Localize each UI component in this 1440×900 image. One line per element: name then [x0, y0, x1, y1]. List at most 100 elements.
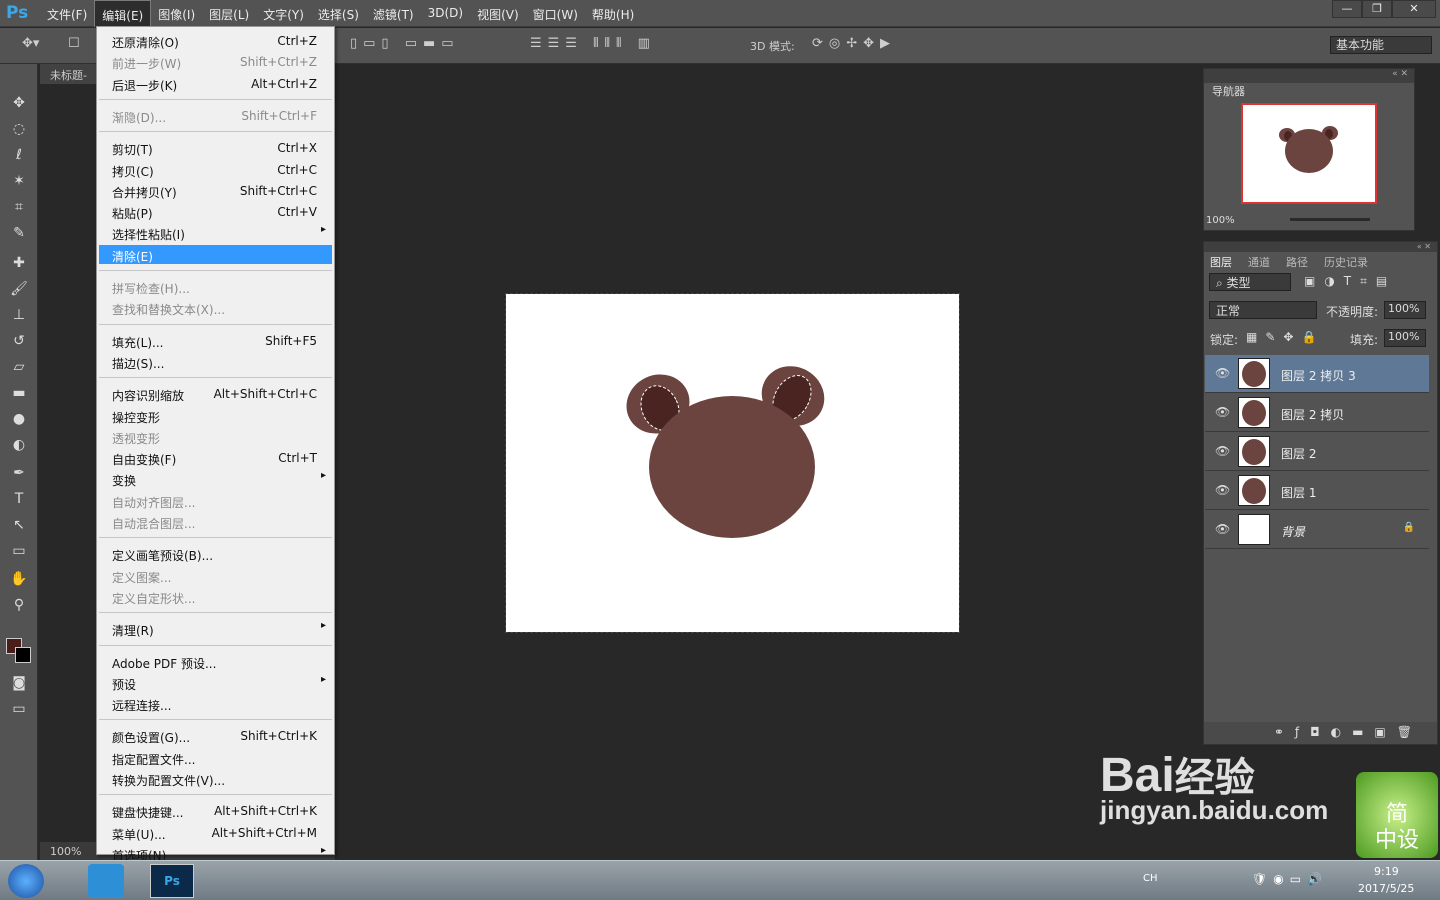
- navigator-zoom[interactable]: 100%: [1206, 215, 1235, 226]
- layer-actions-bar[interactable]: ⚭ƒ◘◐▬▣🗑: [1204, 722, 1437, 744]
- hand-tool-icon[interactable]: ✋: [9, 570, 29, 588]
- edit-menu-item[interactable]: 透视变形: [99, 427, 332, 446]
- screen-mode-icon[interactable]: ▭: [9, 700, 29, 718]
- navigator-zoom-slider[interactable]: [1290, 218, 1370, 221]
- minimize-button[interactable]: —: [1332, 0, 1362, 18]
- filter-icons[interactable]: ▣◑T⌗▤: [1304, 274, 1396, 289]
- path-select-icon[interactable]: ↖: [9, 516, 29, 534]
- close-button[interactable]: ✕: [1392, 0, 1436, 18]
- edit-menu-item[interactable]: 自由变换(F) Ctrl+T: [99, 448, 332, 467]
- menu-4[interactable]: 文字(Y): [256, 0, 311, 27]
- auto-select-checkbox[interactable]: ☐: [68, 36, 80, 51]
- visibility-eye-icon[interactable]: 👁: [1215, 483, 1230, 497]
- visibility-eye-icon[interactable]: 👁: [1215, 522, 1230, 536]
- edit-menu-item[interactable]: 填充(L)... Shift+F5: [99, 331, 332, 350]
- edit-menu-item[interactable]: 菜单(U)... Alt+Shift+Ctrl+M: [99, 823, 332, 842]
- move-tool-icon[interactable]: ✥▾: [22, 36, 39, 51]
- visibility-eye-icon[interactable]: 👁: [1215, 366, 1230, 380]
- edit-menu-item[interactable]: 描边(S)...: [99, 352, 332, 371]
- distribute-icons[interactable]: ☰☰☰ ⫴⫴⫴ ▥: [530, 36, 656, 51]
- menu-7[interactable]: 3D(D): [421, 0, 470, 27]
- move-tool-icon[interactable]: ✥: [9, 94, 29, 112]
- healing-brush-icon[interactable]: ✚: [9, 254, 29, 272]
- layer-row[interactable]: 👁 图层 2 拷贝 3: [1205, 355, 1429, 393]
- eraser-tool-icon[interactable]: ▱: [9, 358, 29, 376]
- visibility-eye-icon[interactable]: 👁: [1215, 444, 1230, 458]
- edit-menu-item[interactable]: 指定配置文件...: [99, 748, 332, 767]
- edit-menu-item[interactable]: 剪切(T) Ctrl+X: [99, 138, 332, 157]
- edit-menu-item[interactable]: 预设 ▸: [99, 673, 332, 692]
- menu-3[interactable]: 图层(L): [202, 0, 256, 27]
- quick-mask-icon[interactable]: ◙: [9, 674, 29, 692]
- menu-5[interactable]: 选择(S): [311, 0, 366, 27]
- brush-tool-icon[interactable]: 🖌: [9, 280, 29, 298]
- align-icons[interactable]: ▯▭▯ ▭▬▭: [350, 36, 460, 51]
- edit-menu-item[interactable]: 还原清除(O) Ctrl+Z: [99, 31, 332, 50]
- visibility-eye-icon[interactable]: 👁: [1215, 405, 1230, 419]
- edit-menu-item[interactable]: 键盘快捷键... Alt+Shift+Ctrl+K: [99, 801, 332, 820]
- edit-menu-item[interactable]: 定义画笔预设(B)...: [99, 544, 332, 563]
- photoshop-taskbar-icon[interactable]: Ps: [150, 864, 194, 898]
- lasso-tool-icon[interactable]: ℓ: [9, 146, 29, 164]
- menu-1[interactable]: 编辑(E): [94, 0, 152, 27]
- marquee-tool-icon[interactable]: ◌: [9, 120, 29, 138]
- edit-menu-item[interactable]: 渐隐(D)... Shift+Ctrl+F: [99, 106, 332, 125]
- panel-tab[interactable]: 通道: [1248, 254, 1270, 270]
- input-language[interactable]: CH: [1143, 873, 1158, 884]
- edit-menu-item[interactable]: 转换为配置文件(V)...: [99, 769, 332, 788]
- edit-menu-item[interactable]: 前进一步(W) Shift+Ctrl+Z: [99, 52, 332, 71]
- edit-menu-item[interactable]: 合并拷贝(Y) Shift+Ctrl+C: [99, 181, 332, 200]
- gradient-tool-icon[interactable]: ▬: [9, 384, 29, 402]
- menu-9[interactable]: 窗口(W): [526, 0, 585, 27]
- edit-menu-item[interactable]: 内容识别缩放 Alt+Shift+Ctrl+C: [99, 384, 332, 403]
- blur-tool-icon[interactable]: ●: [9, 410, 29, 428]
- crop-tool-icon[interactable]: ⌗: [9, 198, 29, 216]
- layer-row[interactable]: 👁 图层 2: [1205, 433, 1429, 471]
- magic-wand-icon[interactable]: ✶: [9, 172, 29, 190]
- edit-menu-item[interactable]: Adobe PDF 预设...: [99, 652, 332, 671]
- panel-tab[interactable]: 图层: [1210, 254, 1232, 270]
- edit-menu-item[interactable]: 查找和替换文本(X)...: [99, 298, 332, 317]
- menu-8[interactable]: 视图(V): [470, 0, 526, 27]
- document-tab[interactable]: 未标题-: [40, 64, 96, 84]
- edit-menu-item[interactable]: 操控变形: [99, 406, 332, 425]
- lock-icons[interactable]: ▦✎✥🔒: [1246, 330, 1324, 344]
- edit-menu-item[interactable]: 粘贴(P) Ctrl+V: [99, 202, 332, 221]
- edit-menu-item[interactable]: 后退一步(K) Alt+Ctrl+Z: [99, 74, 332, 93]
- edit-menu-item[interactable]: 拷贝(C) Ctrl+C: [99, 160, 332, 179]
- 3d-tool-icons[interactable]: ⟳◎✢✥▶: [812, 36, 896, 51]
- menu-10[interactable]: 帮助(H): [585, 0, 641, 27]
- navigator-tab[interactable]: 导航器: [1212, 83, 1245, 99]
- panel-tab[interactable]: 历史记录: [1324, 254, 1368, 270]
- edit-menu-item[interactable]: 清除(E): [99, 244, 332, 264]
- edit-menu-item[interactable]: 自动混合图层...: [99, 512, 332, 531]
- zoom-level[interactable]: 100%: [50, 845, 81, 858]
- background-color-swatch[interactable]: [15, 647, 31, 663]
- edit-menu-item[interactable]: 变换 ▸: [99, 469, 332, 488]
- edit-menu-item[interactable]: 选择性粘贴(I) ▸: [99, 223, 332, 242]
- clock-time[interactable]: 9:19: [1374, 865, 1399, 878]
- browser-taskbar-icon[interactable]: [88, 864, 124, 898]
- start-button[interactable]: [8, 864, 44, 898]
- document-canvas[interactable]: [505, 293, 960, 633]
- history-brush-icon[interactable]: ↺: [9, 332, 29, 350]
- dodge-tool-icon[interactable]: ◐: [9, 436, 29, 454]
- maximize-button[interactable]: ❐: [1362, 0, 1392, 18]
- type-tool-icon[interactable]: T: [9, 490, 29, 508]
- workspace-select[interactable]: 基本功能: [1330, 36, 1432, 54]
- menu-6[interactable]: 滤镜(T): [366, 0, 421, 27]
- edit-menu-item[interactable]: 远程连接...: [99, 694, 332, 713]
- menu-2[interactable]: 图像(I): [151, 0, 202, 27]
- opacity-input[interactable]: 100%: [1384, 301, 1426, 319]
- edit-menu-item[interactable]: 颜色设置(G)... Shift+Ctrl+K: [99, 726, 332, 745]
- navigator-preview[interactable]: [1241, 103, 1377, 204]
- edit-menu-item[interactable]: 拼写检查(H)...: [99, 277, 332, 296]
- fill-input[interactable]: 100%: [1384, 329, 1426, 347]
- tray-icons[interactable]: 🛡◉▭🔊: [1252, 872, 1328, 886]
- layer-row[interactable]: 👁 图层 1: [1205, 472, 1429, 510]
- stamp-tool-icon[interactable]: ⊥: [9, 306, 29, 324]
- layer-row[interactable]: 👁 背景 🔒: [1205, 511, 1429, 549]
- zoom-tool-icon[interactable]: ⚲: [9, 596, 29, 614]
- menu-0[interactable]: 文件(F): [40, 0, 94, 27]
- eyedropper-icon[interactable]: ✎: [9, 224, 29, 242]
